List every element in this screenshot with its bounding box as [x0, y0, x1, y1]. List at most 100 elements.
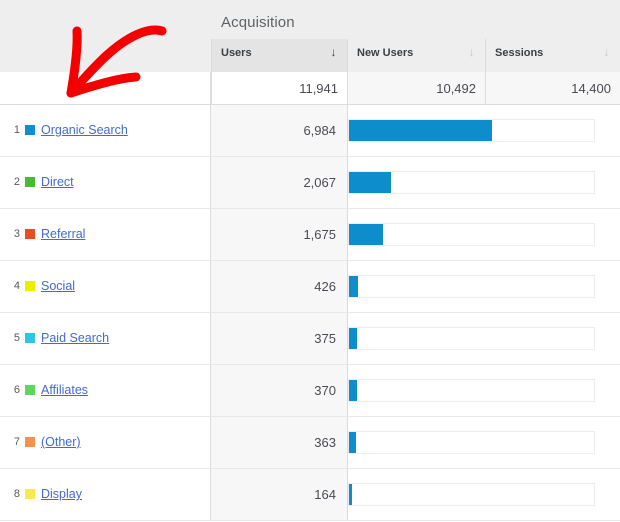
row-rank: 2 — [13, 176, 20, 188]
table-row: 4 Social 426 — [0, 261, 620, 313]
totals-row: 11,941 10,492 14,400 — [0, 72, 620, 105]
series-color-swatch-icon — [25, 385, 35, 395]
table-row: 7 (Other) 363 — [0, 417, 620, 469]
arrow-down-icon[interactable]: ↓ — [602, 46, 611, 59]
series-color-swatch-icon — [25, 281, 35, 291]
dimension-cell: 7 (Other) — [0, 417, 211, 468]
totals-row-label-cell — [0, 72, 211, 104]
arrow-down-icon[interactable]: ↓ — [329, 46, 338, 59]
series-color-swatch-icon — [25, 125, 35, 135]
users-cell: 164 — [211, 469, 347, 520]
users-cell: 375 — [211, 313, 347, 364]
dimension-link[interactable]: Display — [41, 487, 82, 501]
row-rank: 6 — [13, 384, 20, 396]
analytics-acquisition-table: Acquisition Users ↓ New Users ↓ Sessions… — [0, 0, 620, 522]
users-value: 6,984 — [303, 123, 336, 138]
users-bar-fill — [349, 432, 357, 453]
users-cell: 1,675 — [211, 209, 347, 260]
totals-users-cell: 11,941 — [211, 72, 347, 104]
users-bar-cell — [347, 417, 620, 468]
users-bar-track — [348, 171, 595, 194]
users-bar-fill — [349, 484, 353, 505]
users-bar-fill — [349, 120, 493, 141]
dimension-link[interactable]: (Other) — [41, 435, 81, 449]
users-bar-fill — [349, 224, 384, 245]
table-row: 2 Direct 2,067 — [0, 157, 620, 209]
users-cell: 2,067 — [211, 157, 347, 208]
dimension-column-header[interactable] — [0, 0, 211, 72]
table-row: 1 Organic Search 6,984 — [0, 105, 620, 157]
totals-new-users-value: 10,492 — [436, 81, 476, 96]
table-body: 1 Organic Search 6,984 2 Direct 2,067 3 Referra… — [0, 105, 620, 521]
users-bar-cell — [347, 157, 620, 208]
users-bar-track — [348, 483, 595, 506]
users-bar-cell — [347, 261, 620, 312]
users-bar-cell — [347, 365, 620, 416]
dimension-link[interactable]: Paid Search — [41, 331, 109, 345]
users-value: 1,675 — [303, 227, 336, 242]
users-bar-track — [348, 431, 595, 454]
table-row: 3 Referral 1,675 — [0, 209, 620, 261]
users-bar-cell — [347, 469, 620, 520]
users-value: 164 — [314, 487, 336, 502]
dimension-cell: 1 Organic Search — [0, 105, 211, 156]
users-cell: 6,984 — [211, 105, 347, 156]
series-color-swatch-icon — [25, 437, 35, 447]
totals-new-users-cell: 10,492 — [347, 72, 485, 104]
users-bar-cell — [347, 313, 620, 364]
users-bar-fill — [349, 172, 392, 193]
column-header-users-label: Users — [221, 47, 252, 59]
series-color-swatch-icon — [25, 177, 35, 187]
users-bar-track — [348, 379, 595, 402]
dimension-cell: 2 Direct — [0, 157, 211, 208]
arrow-down-icon[interactable]: ↓ — [467, 46, 476, 59]
users-value: 370 — [314, 383, 336, 398]
column-header-sessions[interactable]: Sessions ↓ — [485, 39, 620, 72]
users-bar-fill — [349, 380, 357, 401]
users-bar-fill — [349, 276, 358, 297]
totals-users-value: 11,941 — [299, 81, 338, 96]
users-bar-track — [348, 119, 595, 142]
users-bar-track — [348, 275, 595, 298]
users-bar-cell — [347, 105, 620, 156]
users-cell: 363 — [211, 417, 347, 468]
column-group-title: Acquisition — [221, 14, 295, 31]
dimension-cell: 3 Referral — [0, 209, 211, 260]
row-rank: 7 — [13, 436, 20, 448]
users-bar-cell — [347, 209, 620, 260]
row-rank: 1 — [13, 124, 20, 136]
dimension-link[interactable]: Direct — [41, 175, 74, 189]
users-value: 2,067 — [303, 175, 336, 190]
dimension-link[interactable]: Organic Search — [41, 123, 128, 137]
users-bar-fill — [349, 328, 357, 349]
dimension-cell: 6 Affiliates — [0, 365, 211, 416]
users-value: 375 — [314, 331, 336, 346]
row-rank: 4 — [13, 280, 20, 292]
column-header-users[interactable]: Users ↓ — [211, 39, 347, 72]
totals-sessions-value: 14,400 — [571, 81, 611, 96]
users-value: 363 — [314, 435, 336, 450]
series-color-swatch-icon — [25, 333, 35, 343]
totals-sessions-cell: 14,400 — [485, 72, 620, 104]
column-header-sessions-label: Sessions — [495, 47, 544, 59]
series-color-swatch-icon — [25, 489, 35, 499]
table-row: 8 Display 164 — [0, 469, 620, 521]
table-row: 6 Affiliates 370 — [0, 365, 620, 417]
dimension-link[interactable]: Referral — [41, 227, 85, 241]
users-bar-track — [348, 223, 595, 246]
row-rank: 8 — [13, 488, 20, 500]
dimension-link[interactable]: Social — [41, 279, 75, 293]
column-header-new-users[interactable]: New Users ↓ — [347, 39, 485, 72]
dimension-cell: 8 Display — [0, 469, 211, 520]
dimension-link[interactable]: Affiliates — [41, 383, 88, 397]
column-header-new-users-label: New Users — [357, 47, 414, 59]
table-row: 5 Paid Search 375 — [0, 313, 620, 365]
users-cell: 426 — [211, 261, 347, 312]
dimension-cell: 5 Paid Search — [0, 313, 211, 364]
series-color-swatch-icon — [25, 229, 35, 239]
row-rank: 5 — [13, 332, 20, 344]
users-cell: 370 — [211, 365, 347, 416]
dimension-cell: 4 Social — [0, 261, 211, 312]
row-rank: 3 — [13, 228, 20, 240]
users-bar-track — [348, 327, 595, 350]
